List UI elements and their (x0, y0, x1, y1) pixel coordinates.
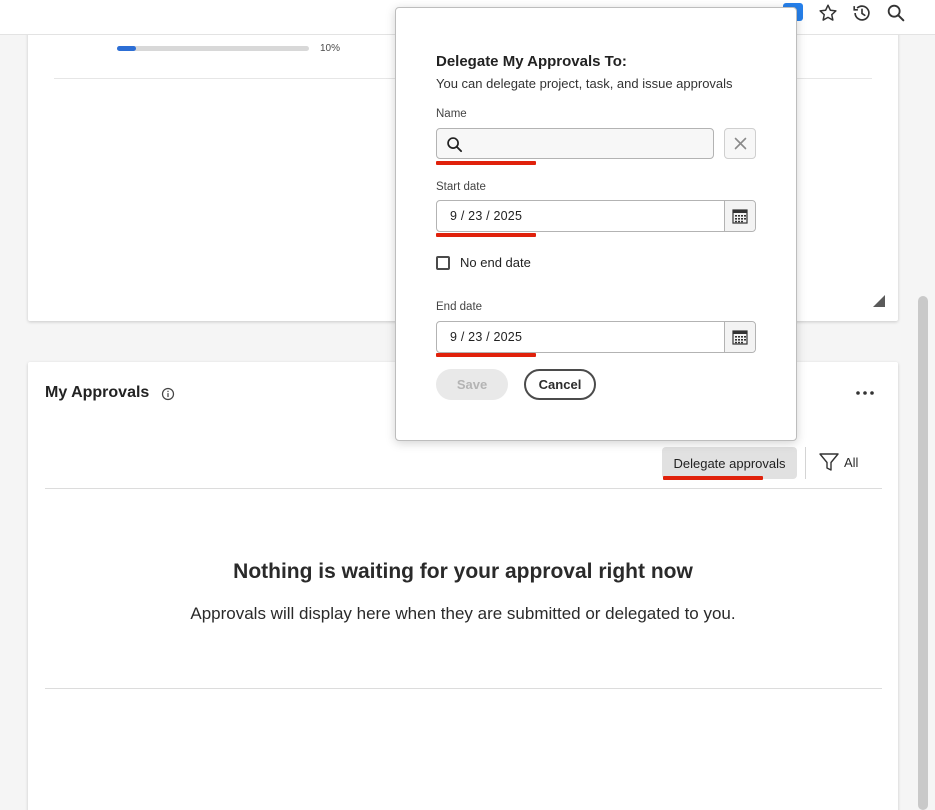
more-options-icon[interactable] (854, 385, 876, 401)
progress-label: 10% (320, 43, 341, 54)
dialog-title: Delegate My Approvals To: (436, 53, 627, 70)
name-label: Name (436, 108, 467, 120)
divider (45, 488, 882, 489)
filter-label[interactable]: All (844, 455, 858, 470)
delegate-dialog: Delegate My Approvals To: You can delega… (395, 7, 797, 441)
no-end-date-label[interactable]: No end date (460, 255, 531, 270)
annotation-underline (436, 233, 536, 237)
progress-bar-fill (117, 46, 137, 51)
end-date-value: 9 / 23 / 2025 (450, 330, 523, 344)
annotation-underline (436, 161, 536, 165)
search-icon[interactable] (885, 2, 907, 24)
info-icon[interactable] (161, 387, 175, 401)
empty-state-title: Nothing is waiting for your approval rig… (233, 560, 693, 583)
annotation-underline (663, 476, 763, 480)
save-button[interactable]: Save (436, 369, 508, 400)
start-date-calendar-button[interactable] (724, 201, 755, 231)
start-date-field[interactable]: 9 / 23 / 2025 (436, 200, 756, 232)
end-date-calendar-button[interactable] (724, 322, 755, 352)
resize-handle-icon[interactable] (873, 295, 885, 307)
close-icon (734, 137, 747, 150)
filter-icon[interactable] (818, 451, 840, 473)
no-end-date-checkbox[interactable] (436, 256, 450, 270)
end-date-field[interactable]: 9 / 23 / 2025 (436, 321, 756, 353)
progress-bar (117, 46, 309, 51)
calendar-icon (732, 330, 748, 345)
start-date-label: Start date (436, 181, 486, 193)
name-input[interactable] (471, 133, 707, 155)
dialog-subtitle: You can delegate project, task, and issu… (436, 76, 733, 91)
scrollbar-thumb[interactable] (918, 296, 928, 810)
search-icon (447, 137, 463, 153)
history-icon[interactable] (851, 2, 873, 24)
calendar-icon (732, 209, 748, 224)
star-icon[interactable] (817, 2, 839, 24)
toolbar-separator (805, 447, 806, 479)
cancel-button[interactable]: Cancel (524, 369, 596, 400)
empty-state-subtitle: Approvals will display here when they ar… (190, 604, 736, 623)
name-field[interactable] (436, 128, 714, 159)
end-date-label: End date (436, 301, 483, 313)
annotation-underline (436, 353, 536, 357)
approvals-title: My Approvals (45, 384, 150, 401)
clear-button[interactable] (724, 128, 756, 159)
delegate-approvals-button[interactable]: Delegate approvals (662, 447, 797, 479)
start-date-value: 9 / 23 / 2025 (450, 209, 523, 223)
divider (45, 688, 882, 689)
